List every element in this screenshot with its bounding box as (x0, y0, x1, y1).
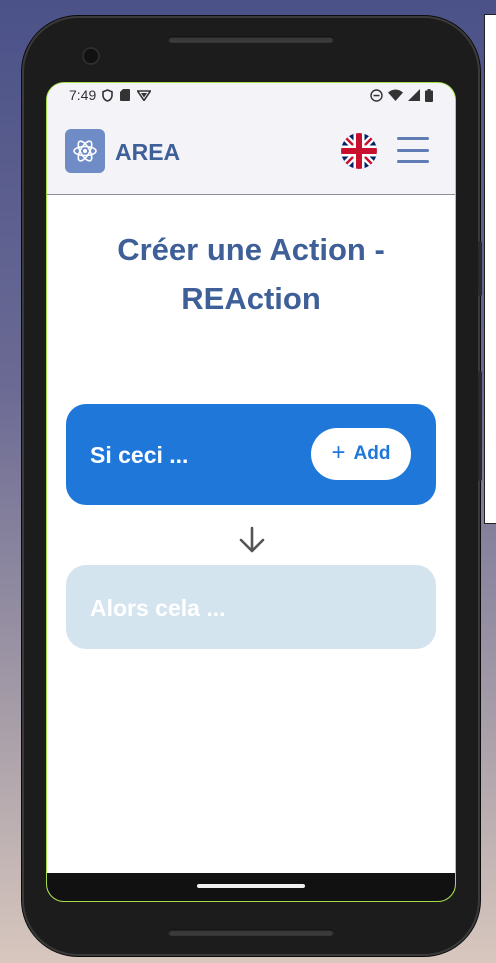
page-title: Créer une Action - REAction (47, 225, 455, 323)
do-not-disturb-icon (370, 88, 383, 102)
vpn-icon (137, 89, 152, 101)
flag-graphic (341, 133, 377, 169)
power-button (478, 371, 482, 481)
battery-icon (425, 88, 433, 102)
app-brand: AREA (115, 139, 181, 165)
shield-icon (102, 88, 114, 102)
signal-icon (408, 89, 420, 101)
add-button-label: Add (353, 443, 391, 464)
app-screen: 7:49 AREA Créer une Action - REAction Si… (46, 82, 456, 902)
phone-frame: 7:49 AREA Créer une Action - REAction Si… (22, 16, 482, 956)
reaction-card: Alors cela ... (66, 565, 436, 649)
page-title-line2: REAction (181, 281, 321, 316)
atom-icon[interactable] (65, 129, 105, 173)
system-nav-bar (47, 873, 455, 901)
add-action-button[interactable]: + Add (311, 428, 411, 480)
status-bar: 7:49 (47, 83, 455, 107)
app-header: AREA (47, 107, 455, 195)
volume-button (478, 241, 482, 296)
arrow-down-icon (239, 526, 265, 553)
logo-graphic (73, 140, 97, 162)
action-card: Si ceci ... + Add (66, 404, 436, 505)
reaction-card-label: Alors cela ... (90, 595, 226, 621)
bottom-speaker (168, 929, 334, 936)
plus-icon: + (331, 438, 346, 466)
uk-flag-icon[interactable] (341, 133, 377, 169)
menu-line (397, 137, 429, 140)
menu-line (397, 148, 429, 152)
earpiece-speaker (168, 36, 334, 43)
front-camera (84, 49, 98, 63)
status-time: 7:49 (69, 87, 97, 103)
page-title-line1: Créer une Action - (117, 232, 385, 267)
wifi-icon (388, 89, 403, 101)
home-gesture-bar[interactable] (197, 884, 305, 888)
sim-card-icon (120, 89, 131, 101)
hamburger-menu-icon[interactable] (397, 137, 429, 163)
background-window (484, 14, 496, 524)
action-card-label: Si ceci ... (90, 442, 189, 468)
menu-line (397, 160, 429, 163)
